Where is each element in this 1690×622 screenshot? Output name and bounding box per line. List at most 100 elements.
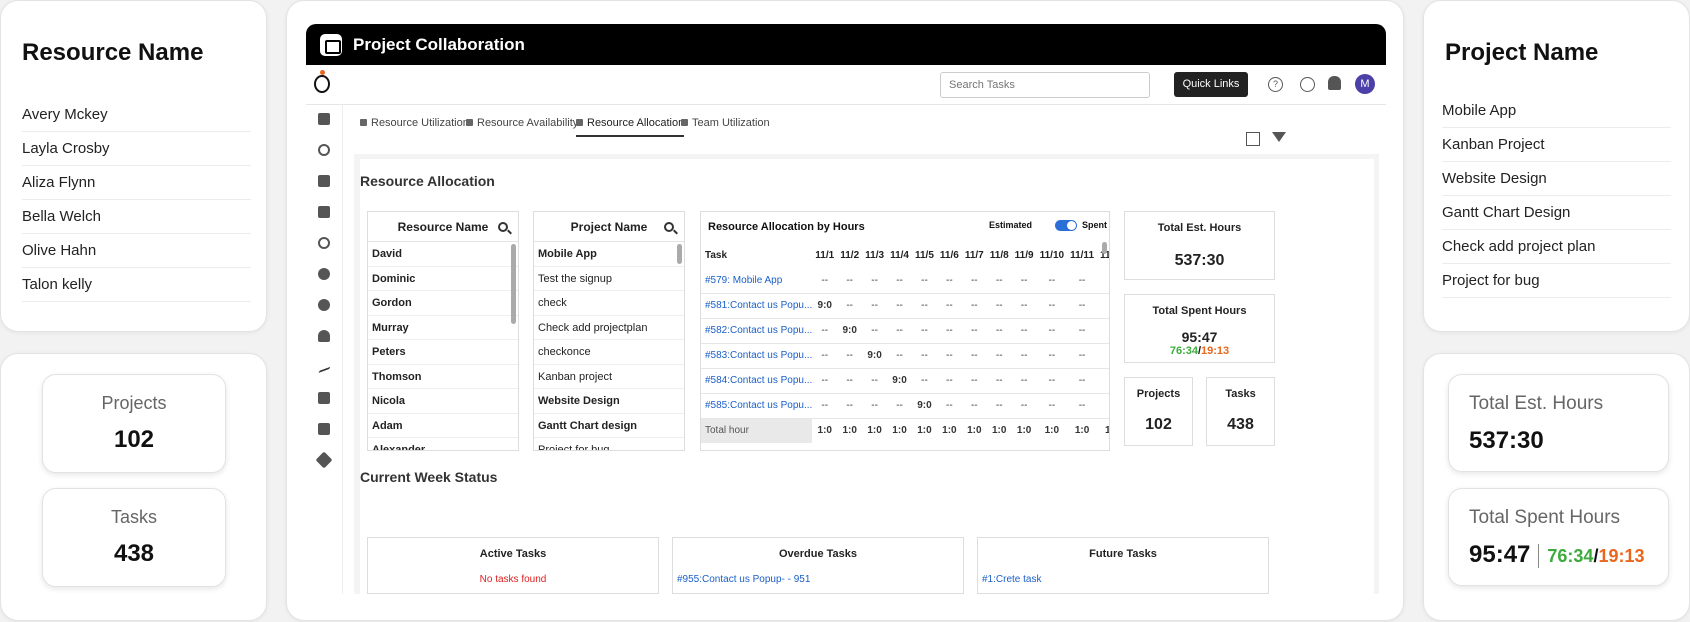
palette-icon[interactable]: [318, 299, 330, 311]
clipboard-icon[interactable]: [318, 206, 330, 218]
date-header: 11/10: [1039, 249, 1065, 261]
overdue-task-link[interactable]: #955:Contact us Popup- - 951: [673, 574, 963, 585]
resource-item[interactable]: Olive Hahn: [22, 234, 251, 268]
list-item[interactable]: Peters: [368, 340, 518, 365]
list-item[interactable]: Project for bug: [534, 438, 684, 450]
hour-cell: --: [862, 318, 888, 344]
resource-item[interactable]: Layla Crosby: [22, 132, 251, 166]
clock-icon[interactable]: [318, 237, 330, 249]
settings-brush-icon[interactable]: [318, 392, 330, 404]
logo-icon[interactable]: [314, 70, 330, 93]
search-icon[interactable]: [498, 222, 508, 232]
project-header: Project Name: [534, 212, 684, 242]
document-icon[interactable]: [318, 423, 330, 435]
date-header: 11/9: [1014, 249, 1034, 261]
tab-team-utilization[interactable]: Team Utilization: [681, 117, 770, 129]
search-icon[interactable]: [664, 222, 674, 232]
hour-cell: --: [1067, 318, 1097, 344]
at-icon[interactable]: [318, 144, 330, 156]
scrollbar[interactable]: [1102, 242, 1107, 254]
list-item[interactable]: David: [368, 242, 518, 267]
layers-icon[interactable]: [315, 451, 333, 469]
task-link[interactable]: #585:Contact us Popu...: [701, 393, 813, 419]
resource-item[interactable]: Talon kelly: [22, 268, 251, 302]
tasks-label: Tasks: [1225, 388, 1256, 400]
list-item[interactable]: Alexander: [368, 438, 518, 450]
list-item[interactable]: Nicola: [368, 389, 518, 414]
divider: [1538, 543, 1540, 568]
resource-item[interactable]: Aliza Flynn: [22, 166, 251, 200]
task-link[interactable]: #581:Contact us Popu...: [701, 293, 813, 319]
resource-item[interactable]: Bella Welch: [22, 200, 251, 234]
list-item[interactable]: checkonce: [534, 340, 684, 365]
projects-mini: Projects 102: [1124, 377, 1193, 446]
future-task-link[interactable]: #1:Crete task: [978, 574, 1268, 585]
list-item[interactable]: Kanban project: [534, 365, 684, 389]
expand-icon[interactable]: [1246, 132, 1260, 146]
list-item[interactable]: Adam: [368, 414, 518, 438]
tasks-stat: Tasks 438: [42, 488, 226, 587]
hour-cell: --: [1036, 368, 1068, 394]
list-item[interactable]: Murray: [368, 316, 518, 340]
task-link[interactable]: #584:Contact us Popu...: [701, 368, 813, 394]
projects-value: 102: [113, 426, 155, 453]
tab-resource-allocation[interactable]: Resource Allocation: [576, 117, 685, 137]
task-link[interactable]: #579: Mobile App: [701, 268, 813, 294]
hour-cell: --: [911, 293, 937, 319]
tab-icon: [681, 119, 688, 126]
list-item[interactable]: Gantt Chart design: [534, 414, 684, 438]
hour-cell: --: [1097, 293, 1109, 319]
task-link[interactable]: #582:Contact us Popu...: [701, 318, 813, 344]
list-item[interactable]: Mobile App: [534, 242, 684, 267]
total-label: Total hour: [701, 418, 813, 443]
filter-icon[interactable]: [1272, 132, 1286, 142]
list-item[interactable]: Test the signup: [534, 267, 684, 291]
tab-resource-utilization[interactable]: Resource Utilization: [360, 117, 469, 129]
calendar-icon: [320, 33, 342, 56]
clock-icon[interactable]: [1300, 77, 1315, 92]
list-item[interactable]: Gordon: [368, 291, 518, 316]
project-item[interactable]: Project for bug: [1442, 264, 1671, 298]
help-icon[interactable]: ?: [1268, 77, 1283, 92]
user-icon[interactable]: [318, 330, 330, 342]
total-cell: 1:0: [961, 418, 987, 443]
hour-cell: --: [1097, 268, 1109, 294]
list-item[interactable]: check: [534, 291, 684, 316]
dashboard-icon[interactable]: [318, 113, 330, 125]
hour-cell: --: [1011, 368, 1037, 394]
task-link[interactable]: #583:Contact us Popu...: [701, 343, 813, 369]
list-item[interactable]: Website Design: [534, 389, 684, 414]
date-header: 11/6: [939, 249, 959, 261]
scrollbar[interactable]: [677, 244, 682, 264]
estimated-spent-toggle[interactable]: [1055, 220, 1077, 231]
hour-cell: --: [961, 343, 987, 369]
tab-resource-availability[interactable]: Resource Availability: [466, 117, 578, 129]
projects-label: Projects: [1136, 388, 1181, 400]
avatar[interactable]: M: [1355, 74, 1375, 94]
search-input[interactable]: [940, 72, 1150, 98]
list-item[interactable]: Dominic: [368, 267, 518, 291]
active-tasks-title: Active Tasks: [479, 548, 547, 560]
briefcase-icon[interactable]: [318, 175, 330, 187]
bug-icon[interactable]: [318, 268, 330, 280]
scrollbar[interactable]: [511, 244, 516, 324]
projects-value: 102: [1145, 416, 1172, 433]
no-tasks-message: No tasks found: [479, 574, 547, 585]
allocation-body: #579: Mobile App------------------------…: [701, 268, 1109, 443]
quick-links-button[interactable]: Quick Links: [1174, 72, 1248, 97]
spent-hours-stat: Total Spent Hours 95:47 76:34/19:13: [1448, 488, 1669, 586]
bell-icon[interactable]: [1328, 76, 1341, 90]
project-item[interactable]: Website Design: [1442, 162, 1671, 196]
project-item[interactable]: Gantt Chart Design: [1442, 196, 1671, 230]
project-item[interactable]: Kanban Project: [1442, 128, 1671, 162]
project-item[interactable]: Mobile App: [1442, 94, 1671, 128]
hour-cell: --: [862, 393, 888, 419]
resource-item[interactable]: Avery Mckey: [22, 98, 251, 132]
trend-icon[interactable]: [318, 356, 330, 374]
hour-cell: --: [1011, 318, 1037, 344]
project-name-title: Project Name: [1445, 39, 1599, 66]
list-item[interactable]: Check add projectplan: [534, 316, 684, 340]
list-item[interactable]: Thomson: [368, 365, 518, 389]
spent-nonbillable: 19:13: [1598, 546, 1645, 566]
project-item[interactable]: Check add project plan: [1442, 230, 1671, 264]
